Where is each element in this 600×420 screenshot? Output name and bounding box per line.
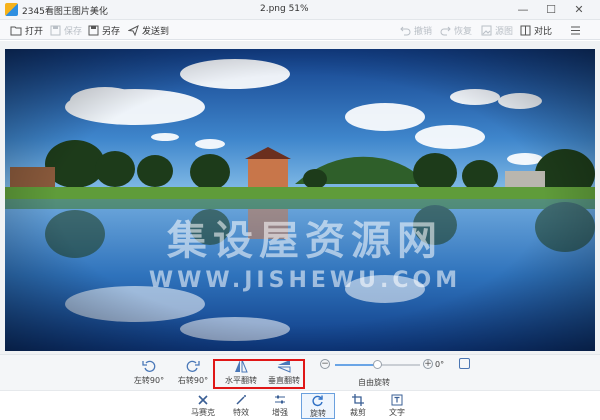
undo-label: 撤销 — [414, 26, 433, 37]
more-menu-button[interactable] — [570, 23, 584, 37]
reset-rotation-icon[interactable] — [459, 358, 470, 369]
slider-fill — [335, 364, 378, 366]
file-title: 2.png 51% — [260, 4, 309, 14]
send-to-label: 发送到 — [142, 26, 170, 37]
rotate-plus-button[interactable]: + — [423, 359, 433, 369]
rotate-left-icon — [142, 360, 156, 372]
redo-button[interactable]: 恢复 — [440, 23, 472, 37]
image-icon — [481, 25, 492, 35]
redo-icon — [440, 26, 451, 35]
watermark-text-en: WWW.JISHEWU.COM — [149, 268, 461, 293]
menu-icon — [571, 26, 580, 34]
save-as-icon — [88, 25, 99, 35]
save-button[interactable]: 保存 — [50, 23, 82, 37]
compare-button[interactable]: 对比 — [520, 23, 552, 37]
folder-icon — [10, 26, 22, 35]
save-as-label: 另存 — [102, 26, 121, 37]
tab-rotate-label: 旋转 — [310, 409, 326, 418]
rotate-icon — [312, 395, 323, 407]
flip-highlight-box — [213, 359, 305, 389]
undo-button[interactable]: 撤销 — [400, 23, 432, 37]
tab-crop-label: 裁剪 — [350, 408, 366, 417]
open-button[interactable]: 打开 — [10, 23, 43, 37]
app-title: 2345看图王图片美化 — [22, 7, 108, 17]
save-icon — [50, 25, 61, 35]
mosaic-icon — [198, 395, 208, 405]
rotate-left-button[interactable]: 左转90° — [124, 359, 174, 386]
edit-tabs: 马赛克 特效 增强 旋转 裁剪 文字 — [0, 390, 600, 420]
tab-effects-label: 特效 — [233, 408, 249, 417]
send-to-button[interactable]: 发送到 — [128, 23, 169, 37]
undo-icon — [400, 26, 411, 35]
save-as-button[interactable]: 另存 — [88, 23, 120, 37]
image-viewer: 集设屋资源网 WWW.JISHEWU.COM — [0, 41, 600, 354]
photo-canvas[interactable]: 集设屋资源网 WWW.JISHEWU.COM — [5, 49, 595, 351]
rotation-value: 0° — [435, 360, 445, 369]
original-image-label: 源图 — [495, 26, 514, 37]
tab-text-label: 文字 — [389, 408, 405, 417]
tab-text[interactable]: 文字 — [380, 393, 414, 419]
tab-effects[interactable]: 特效 — [224, 393, 258, 419]
free-rotate-slider[interactable] — [335, 360, 420, 369]
tab-crop[interactable]: 裁剪 — [341, 393, 375, 419]
rotate-left-label: 左转90° — [133, 376, 165, 385]
slider-handle[interactable] — [373, 360, 382, 369]
vignette-overlay — [5, 49, 595, 351]
minimize-icon[interactable]: — — [512, 2, 534, 18]
original-image-button[interactable]: 源图 — [481, 23, 513, 37]
rotate-controls: 左转90° 右转90° 水平翻转 垂直翻转 − + 0° 自由旋转 — [0, 354, 600, 390]
rotate-right-button[interactable]: 右转90° — [168, 359, 218, 386]
tab-enhance-label: 增强 — [272, 408, 288, 417]
rotate-right-label: 右转90° — [177, 376, 209, 385]
save-label: 保存 — [64, 26, 83, 37]
free-rotate-label: 自由旋转 — [358, 378, 390, 387]
maximize-icon[interactable]: ☐ — [540, 2, 562, 18]
sliders-icon — [275, 395, 285, 404]
redo-label: 恢复 — [454, 26, 473, 37]
watermark-text-cn: 集设屋资源网 — [166, 218, 443, 264]
rotate-minus-button[interactable]: − — [320, 359, 330, 369]
app-logo-icon — [5, 3, 18, 16]
tab-rotate[interactable]: 旋转 — [301, 393, 335, 419]
send-icon — [128, 24, 139, 36]
crop-icon — [352, 394, 364, 406]
text-icon — [391, 394, 403, 406]
main-toolbar: 打开 保存 另存 发送到 撤销 恢复 源图 对比 — [0, 20, 600, 40]
magic-wand-icon — [236, 395, 246, 405]
tab-mosaic[interactable]: 马赛克 — [186, 393, 220, 419]
compare-label: 对比 — [534, 26, 553, 37]
tab-mosaic-label: 马赛克 — [191, 408, 215, 417]
compare-icon — [520, 25, 531, 35]
tab-enhance[interactable]: 增强 — [263, 393, 297, 419]
rotate-right-icon — [186, 360, 200, 372]
open-label: 打开 — [25, 26, 44, 37]
title-bar: 2345看图王图片美化 2.png 51% — ☐ ✕ — [0, 0, 600, 20]
close-icon[interactable]: ✕ — [568, 2, 590, 18]
